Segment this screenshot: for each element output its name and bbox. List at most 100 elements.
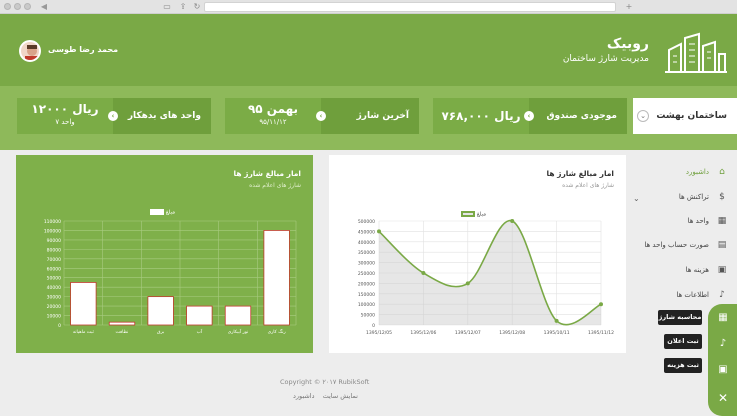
y-tick-label: 110000 <box>44 219 61 225</box>
back-arrow-icon[interactable]: ◀ <box>38 2 50 12</box>
add-notice-button[interactable]: ثبت اعلان <box>664 334 702 349</box>
invoice-icon: ▤ <box>717 240 727 250</box>
x-tick-label: آب <box>197 329 203 335</box>
minimize-window-icon[interactable] <box>14 3 21 10</box>
y-tick-label: 80000 <box>47 247 61 253</box>
footer-links: نمایش سایت داشبورد <box>290 392 361 400</box>
building-select[interactable]: ⌄ ساختمان بهشت <box>633 98 737 134</box>
debtors-value: ۱۲۰۰۰ ریال <box>31 102 99 116</box>
chevron-left-icon[interactable]: ‹ <box>524 111 534 121</box>
x-tick-label: 1395/10/11 <box>544 330 570 336</box>
last-charge-date: ۹۵/۱۱/۱۲ <box>259 118 287 126</box>
y-tick-label: 60000 <box>47 266 61 272</box>
address-bar[interactable] <box>204 2 616 12</box>
refresh-icon[interactable]: ↻ <box>192 2 202 12</box>
y-tick-label: 200000 <box>358 281 375 287</box>
close-icon[interactable]: ✕ <box>717 392 729 404</box>
debtors-value-box: ۱۲۰۰۰ ریال ۷ واحد <box>17 98 113 134</box>
data-point <box>465 281 470 286</box>
line-chart-panel: امار مبالغ شارژ ها شارژ های اعلام شده مب… <box>329 155 626 353</box>
add-expense-button[interactable]: ثبت هزینه <box>664 358 702 373</box>
footer-link-dashboard[interactable]: داشبورد <box>293 392 315 400</box>
calendar-icon: ▣ <box>717 265 727 275</box>
y-tick-label: 0 <box>372 323 375 329</box>
building-select-value: ساختمان بهشت <box>656 111 727 121</box>
last-charge-value-box: بهمن ۹۵ ۹۵/۱۱/۱۲ <box>225 98 321 134</box>
bell-icon: ♪ <box>719 290 725 300</box>
y-tick-label: 500000 <box>358 219 375 225</box>
bar-chart-panel: امار مبالغ شارژ ها شارژ های اعلام شده مب… <box>16 155 313 353</box>
last-charge-label: آخرین شارژ <box>356 111 409 121</box>
app-header: محمد رضا طوسی روبیک مدیریت شارژ ساختمان <box>0 14 737 86</box>
y-tick-label: 0 <box>58 323 61 329</box>
user-avatar[interactable] <box>19 40 41 62</box>
charge-calc-button[interactable]: محاسبه شارژ <box>658 310 702 325</box>
x-tick-label: نور آبیکاری <box>228 329 249 335</box>
y-tick-label: 400000 <box>358 240 375 246</box>
brand-subtitle: مدیریت شارژ ساختمان <box>562 54 649 64</box>
reader-icon[interactable]: ▭ <box>162 2 172 12</box>
browser-toolbar: ◀ ▭ ⇪ ↻ + <box>0 0 737 14</box>
new-tab-icon[interactable]: + <box>624 2 634 12</box>
x-tick-label: 1395/12/05 <box>366 330 392 336</box>
fund-label-box: ‹ موجودی صندوق <box>524 98 627 134</box>
close-window-icon[interactable] <box>4 3 11 10</box>
x-tick-label: 1395/12/06 <box>410 330 436 336</box>
dashboard-icon: ⌂ <box>719 167 725 177</box>
last-charge-value: بهمن ۹۵ <box>247 102 299 116</box>
x-tick-label: 1395/12/08 <box>499 330 525 336</box>
y-tick-label: 300000 <box>358 261 375 267</box>
chevron-down-icon[interactable]: ⌄ <box>633 194 640 203</box>
wallet-icon[interactable]: ▣ <box>717 364 729 376</box>
bar <box>186 305 213 326</box>
building-icon: ▦ <box>717 216 727 226</box>
calculator-icon[interactable]: ▦ <box>717 312 729 324</box>
fund-value: ۷۶۸,۰۰۰ ریال <box>441 109 521 123</box>
fund-value-box: ۷۶۸,۰۰۰ ریال <box>433 98 529 134</box>
sidebar-item-expenses[interactable]: ▣ هزینه ها <box>631 258 737 282</box>
y-tick-label: 50000 <box>361 313 375 319</box>
data-point <box>554 318 559 323</box>
footer-link-site[interactable]: نمایش سایت <box>323 392 358 400</box>
sidebar-item-label: صورت حساب واحد ها <box>644 241 709 249</box>
chevron-left-icon[interactable]: ‹ <box>108 111 118 121</box>
footer-copyright: Copyright © ۲۰۱۷ RubikSoft <box>280 378 370 386</box>
sidebar-item-label: تراکنش ها <box>678 193 709 201</box>
y-tick-label: 450000 <box>358 229 375 235</box>
chevron-left-icon[interactable]: ‹ <box>316 111 326 121</box>
chevron-down-icon: ⌄ <box>637 110 649 122</box>
y-tick-label: 150000 <box>358 292 375 298</box>
bar <box>108 321 136 326</box>
x-tick-label: برق <box>157 330 164 335</box>
y-tick-label: 100000 <box>358 302 375 308</box>
maximize-window-icon[interactable] <box>24 3 31 10</box>
money-bag-icon: $ <box>719 192 725 202</box>
bar-chart: 1100001000009000080000700006000050000400… <box>44 219 297 335</box>
sidebar-item-invoices[interactable]: ▤ صورت حساب واحد ها <box>631 233 737 257</box>
x-tick-label: رنگ کاری <box>268 329 286 335</box>
debtors-count: ۷ واحد <box>55 118 75 126</box>
share-icon[interactable]: ⇪ <box>178 2 188 12</box>
y-tick-label: 20000 <box>47 304 61 310</box>
y-tick-label: 70000 <box>47 257 61 263</box>
x-tick-label: نظافت <box>116 330 129 335</box>
debtors-label-box: ‹ واحد های بدهکار <box>108 98 211 134</box>
sidebar-item-label: داشبورد <box>685 168 709 176</box>
y-tick-label: 100000 <box>44 228 61 234</box>
bar <box>70 282 97 326</box>
last-charge-label-box: ‹ آخرین شارژ <box>316 98 419 134</box>
debtors-label: واحد های بدهکار <box>127 111 201 121</box>
x-tick-label: 1395/12/07 <box>455 330 481 336</box>
sidebar-item-units[interactable]: ▦ واحد ها <box>631 209 737 233</box>
sidebar-item-label: هزینه ها <box>685 266 709 274</box>
y-tick-label: 50000 <box>47 276 61 282</box>
bar <box>147 296 174 326</box>
bell-icon[interactable]: ♪ <box>717 338 729 350</box>
sidebar-item-transactions[interactable]: $ تراکنش ها <box>631 185 737 209</box>
sidebar-item-label: اطلاعات ها <box>676 291 709 299</box>
sidebar-item-label: واحد ها <box>687 217 709 225</box>
y-tick-label: 10000 <box>47 314 61 320</box>
sidebar-item-dashboard[interactable]: ⌂ داشبورد <box>631 160 737 184</box>
user-name[interactable]: محمد رضا طوسی <box>48 45 118 54</box>
stats-bar: ⌄ ساختمان بهشت ‹ موجودی صندوق ۷۶۸,۰۰۰ ری… <box>0 86 737 150</box>
